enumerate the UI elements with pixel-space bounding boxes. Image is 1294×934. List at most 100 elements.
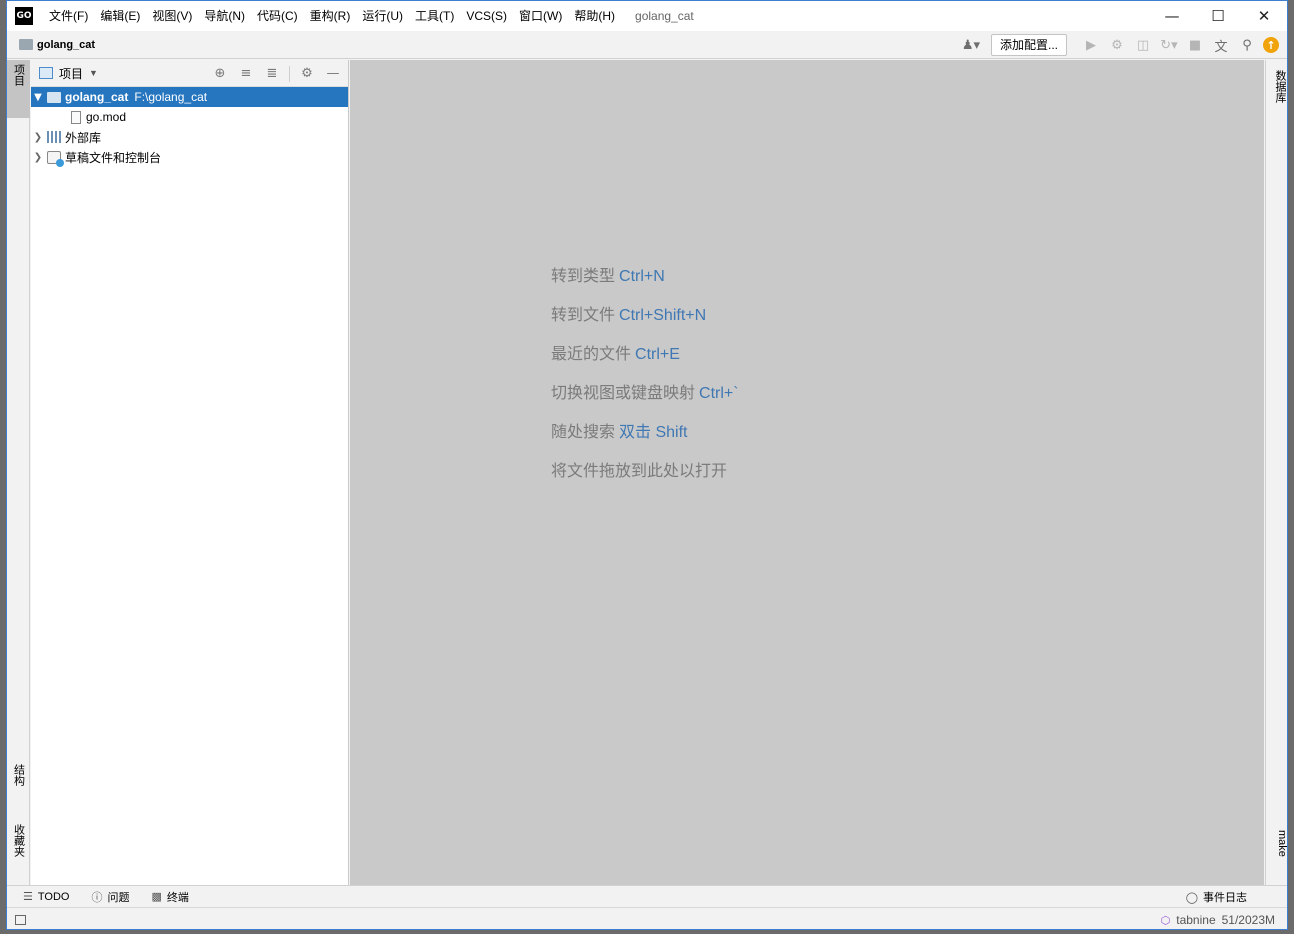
menu-refactor[interactable]: 重构(R) — [304, 1, 357, 31]
chevron-right-icon[interactable]: ❯ — [31, 132, 45, 143]
hint-search-everywhere: 随处搜索 双击 Shift — [551, 418, 687, 442]
hint-text: 转到类型 — [551, 268, 616, 285]
locate-icon[interactable]: ⊕ — [209, 63, 231, 85]
hint-text: 转到文件 — [551, 307, 616, 324]
window-title: golang_cat — [635, 9, 694, 23]
maximize-button[interactable]: ☐ — [1195, 1, 1241, 31]
status-widgets: ⬡ tabnine 51/2023M — [1160, 908, 1275, 929]
hint-shortcut: Ctrl+` — [699, 385, 739, 402]
tree-item-label: 草稿文件和控制台 — [65, 150, 162, 165]
scratch-icon — [47, 150, 64, 167]
info-icon: ⓘ — [91, 890, 103, 904]
tree-item-project-root[interactable]: ▼ golang_cat F:\golang_cat — [31, 87, 348, 107]
translate-icon[interactable]: 文 — [1211, 35, 1231, 55]
panel-toolbar: ⊕ ≡ ≣ ⚙ — — [209, 60, 344, 87]
toolbar-divider — [289, 65, 290, 82]
todo-tab[interactable]: ☰ TODO — [17, 890, 75, 903]
tree-item-label: 外部库 — [65, 130, 102, 145]
tool-tab-make[interactable]: make — [1266, 830, 1287, 857]
menu-view[interactable]: 视图(V) — [146, 1, 198, 31]
expand-all-icon[interactable]: ≡ — [235, 63, 257, 85]
terminal-tab[interactable]: ▩ 终端 — [145, 889, 194, 905]
window-controls: — ☐ ✕ — [1149, 1, 1287, 31]
tree-item-label: go.mod — [86, 110, 127, 124]
hint-shortcut: Ctrl+N — [619, 268, 665, 285]
menu-window[interactable]: 窗口(W) — [513, 1, 568, 31]
hint-text: 随处搜索 — [551, 424, 616, 441]
tabnine-icon: ⬡ — [1160, 913, 1171, 927]
hide-panel-icon[interactable]: — — [322, 63, 344, 85]
hint-text: 最近的文件 — [551, 346, 632, 363]
title-bar: GO 文件(F) 编辑(E) 视图(V) 导航(N) 代码(C) 重构(R) 运… — [7, 1, 1287, 31]
file-icon — [71, 110, 81, 124]
tree-item-label: golang_cat — [65, 90, 129, 104]
gear-icon[interactable]: ⚙ — [296, 63, 318, 85]
update-icon[interactable]: ↑ — [1263, 37, 1279, 53]
memory-indicator[interactable]: 51/2023M — [1222, 913, 1275, 927]
tabnine-status[interactable]: tabnine — [1176, 913, 1215, 927]
stop-icon[interactable]: ■ — [1185, 35, 1205, 55]
hint-switch-view: 切换视图或键盘映射 Ctrl+` — [551, 379, 739, 403]
tree-item-go-mod[interactable]: go.mod — [31, 107, 348, 127]
menu-run[interactable]: 运行(U) — [356, 1, 409, 31]
left-tool-strip: 项目 结构 收藏夹 — [7, 60, 30, 885]
navigation-bar: golang_cat ♟▾ 添加配置... ▶ ⚙ ◫ ↻▾ ■ 文 ⚲ ↑ — [7, 31, 1287, 59]
tree-item-scratches[interactable]: ❯ 草稿文件和控制台 — [31, 147, 348, 167]
chevron-right-icon[interactable]: ❯ — [31, 152, 45, 163]
tool-tab-structure[interactable]: 结构 — [7, 760, 30, 806]
menu-edit[interactable]: 编辑(E) — [94, 1, 146, 31]
navbar-toolbar: ♟▾ 添加配置... ▶ ⚙ ◫ ↻▾ ■ 文 ⚲ ↑ — [961, 31, 1279, 59]
problems-label: 问题 — [107, 891, 130, 904]
menu-vcs[interactable]: VCS(S) — [460, 1, 513, 31]
hint-goto-class: 转到类型 Ctrl+N — [551, 262, 665, 286]
user-icon[interactable]: ♟▾ — [961, 35, 981, 55]
chevron-down-icon[interactable]: ▼ — [31, 92, 45, 103]
menu-file[interactable]: 文件(F) — [43, 1, 94, 31]
right-tool-strip: 数据库 make — [1265, 60, 1287, 885]
terminal-label: 终端 — [166, 891, 189, 904]
event-log-icon: ◯ — [1185, 890, 1198, 904]
close-button[interactable]: ✕ — [1241, 1, 1287, 31]
toggle-tool-windows-icon[interactable] — [15, 914, 26, 925]
collapse-all-icon[interactable]: ≣ — [261, 63, 283, 85]
tool-tab-database[interactable]: 数据库 — [1266, 68, 1287, 103]
menu-code[interactable]: 代码(C) — [251, 1, 304, 31]
project-view-icon — [39, 67, 53, 79]
tree-item-path: F:\golang_cat — [134, 90, 208, 104]
list-icon: ☰ — [23, 890, 33, 903]
add-configuration-button[interactable]: 添加配置... — [990, 34, 1067, 56]
event-log-label: 事件日志 — [1203, 892, 1247, 904]
menu-help[interactable]: 帮助(H) — [568, 1, 621, 31]
problems-tab[interactable]: ⓘ 问题 — [85, 889, 135, 905]
search-icon[interactable]: ⚲ — [1237, 35, 1257, 55]
project-panel: 项目 ▼ ⊕ ≡ ≣ ⚙ — ▼ golang_cat F:\golang_ca… — [31, 60, 349, 885]
editor-area[interactable]: 转到类型 Ctrl+N 转到文件 Ctrl+Shift+N 最近的文件 Ctrl+E … — [350, 60, 1264, 885]
menu-tools[interactable]: 工具(T) — [409, 1, 460, 31]
chevron-down-icon[interactable]: ▼ — [89, 68, 98, 78]
run-icon[interactable]: ▶ — [1081, 35, 1101, 55]
hint-drop-files: 将文件拖放到此处以打开 — [551, 457, 727, 481]
bottom-tool-bar: ☰ TODO ⓘ 问题 ▩ 终端 ◯ 事件日志 — [7, 885, 1287, 907]
menu-navigate[interactable]: 导航(N) — [198, 1, 251, 31]
debug-icon[interactable]: ⚙ — [1107, 35, 1127, 55]
tool-tab-favorites[interactable]: 收藏夹 — [7, 820, 30, 880]
minimize-button[interactable]: — — [1149, 1, 1195, 31]
breadcrumb-project[interactable]: golang_cat — [37, 39, 95, 51]
folder-icon — [47, 91, 61, 103]
event-log-tab[interactable]: ◯ 事件日志 — [1186, 886, 1247, 908]
library-icon — [47, 131, 61, 143]
tool-tab-project[interactable]: 项目 — [7, 60, 30, 118]
folder-icon — [19, 39, 33, 50]
hint-goto-file: 转到文件 Ctrl+Shift+N — [551, 301, 706, 325]
profile-icon[interactable]: ↻▾ — [1159, 35, 1179, 55]
goland-logo-icon: GO — [15, 7, 33, 25]
coverage-icon[interactable]: ◫ — [1133, 35, 1153, 55]
ide-window: GO 文件(F) 编辑(E) 视图(V) 导航(N) 代码(C) 重构(R) 运… — [6, 0, 1288, 930]
hint-shortcut: Ctrl+Shift+N — [619, 307, 707, 324]
todo-label: TODO — [37, 890, 70, 903]
project-view-selector[interactable]: 项目 — [59, 65, 83, 82]
tree-item-external-libraries[interactable]: ❯ 外部库 — [31, 127, 348, 147]
hint-shortcut: 双击 Shift — [619, 424, 688, 441]
terminal-icon: ▩ — [151, 890, 162, 903]
status-bar: ⬡ tabnine 51/2023M — [7, 907, 1287, 929]
